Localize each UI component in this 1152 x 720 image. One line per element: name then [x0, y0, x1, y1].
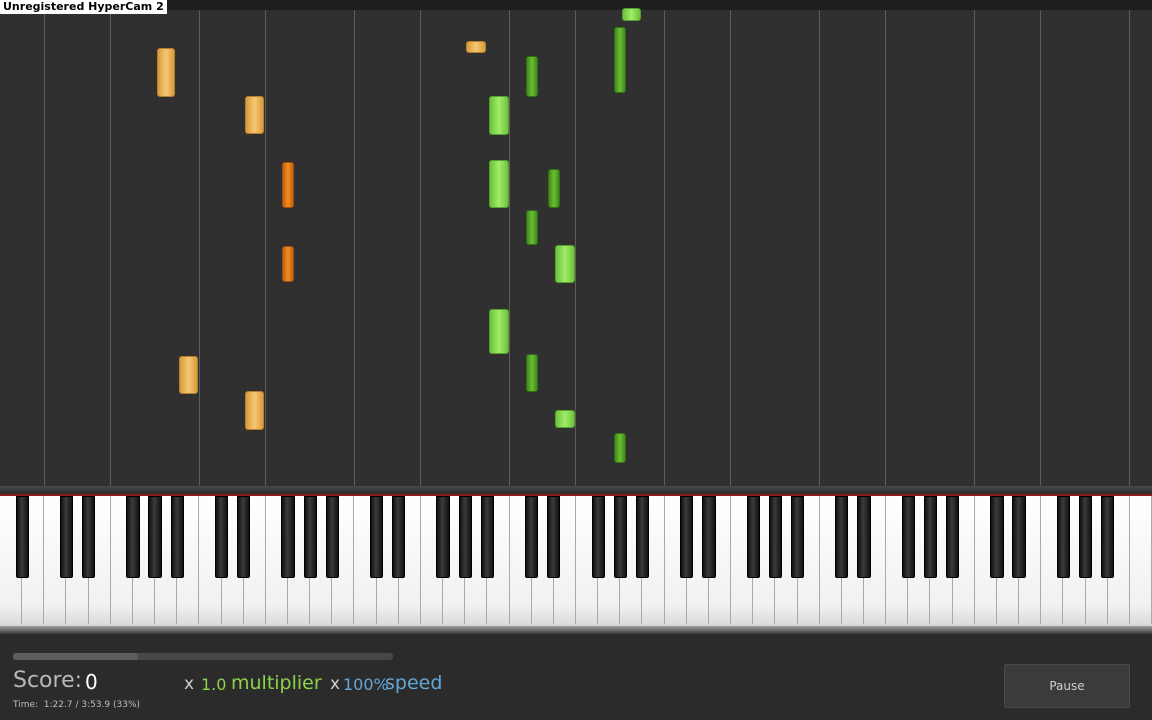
- octave-line: [664, 10, 665, 486]
- black-key[interactable]: [480, 496, 495, 578]
- octave-line: [575, 10, 576, 486]
- octave-line: [885, 10, 886, 486]
- black-key[interactable]: [990, 496, 1004, 578]
- falling-note: [489, 309, 509, 354]
- keyboard-top-bar: [0, 486, 1152, 496]
- time-value: 1:22.7 / 3:53.9 (33%): [43, 700, 141, 710]
- black-key[interactable]: [635, 496, 650, 578]
- octave-line: [110, 10, 111, 486]
- black-key[interactable]: [901, 496, 915, 578]
- falling-note: [526, 56, 538, 97]
- pause-button[interactable]: Pause: [1004, 664, 1130, 708]
- status-footer: Score: 0 x 1.0 multiplier x 100% speed T…: [0, 634, 1152, 720]
- time-readout: Time: 1:22.7 / 3:53.9 (33%): [13, 700, 140, 710]
- black-key[interactable]: [790, 496, 805, 578]
- black-key[interactable]: [945, 496, 960, 578]
- falling-note: [614, 433, 626, 463]
- falling-notes-area: [0, 0, 1152, 486]
- black-key[interactable]: [369, 496, 384, 578]
- black-key[interactable]: [768, 496, 783, 578]
- black-key[interactable]: [148, 496, 162, 578]
- falling-note: [622, 8, 641, 21]
- octave-line: [199, 10, 200, 486]
- falling-note: [489, 160, 509, 208]
- time-label: Time:: [13, 700, 39, 710]
- black-key[interactable]: [702, 496, 716, 578]
- synthesia-window: Unregistered HyperCam 2 Score: 0 x 1.0 m…: [0, 0, 1152, 720]
- falling-note: [282, 162, 294, 208]
- song-progress-fill: [13, 653, 139, 660]
- black-key[interactable]: [1056, 496, 1071, 578]
- black-key[interactable]: [59, 496, 74, 578]
- octave-line: [420, 10, 421, 486]
- black-key[interactable]: [591, 496, 605, 578]
- octave-line: [819, 10, 820, 486]
- multiplier-value: 1.0: [201, 675, 227, 694]
- falling-note: [555, 410, 575, 428]
- octave-line: [509, 10, 510, 486]
- black-key[interactable]: [325, 496, 339, 578]
- black-key[interactable]: [458, 496, 472, 578]
- falling-note: [282, 246, 294, 282]
- falling-note: [526, 354, 538, 392]
- keyboard-bottom-edge: [0, 626, 1152, 634]
- white-key[interactable]: [1129, 496, 1152, 624]
- black-key[interactable]: [392, 496, 406, 578]
- falling-note: [179, 356, 198, 394]
- black-key[interactable]: [547, 496, 561, 578]
- black-key[interactable]: [1078, 496, 1093, 578]
- black-key[interactable]: [857, 496, 871, 578]
- black-key[interactable]: [170, 496, 184, 578]
- black-key[interactable]: [680, 496, 694, 578]
- black-key[interactable]: [923, 496, 938, 578]
- speed-label: speed: [385, 672, 443, 694]
- falling-note: [526, 210, 538, 245]
- black-key[interactable]: [81, 496, 96, 578]
- octave-line: [265, 10, 266, 486]
- octave-line: [1040, 10, 1041, 486]
- falling-note: [548, 169, 560, 208]
- speed-x: x: [330, 674, 341, 694]
- speed-value: 100%: [343, 675, 389, 694]
- octave-line: [1129, 10, 1130, 486]
- octave-line: [44, 10, 45, 486]
- black-key[interactable]: [1012, 496, 1026, 578]
- score-value: 0: [85, 670, 98, 694]
- black-key[interactable]: [613, 496, 627, 578]
- song-progress-bar[interactable]: [13, 653, 393, 660]
- falling-note: [555, 245, 575, 283]
- falling-note: [245, 96, 264, 134]
- piano-keyboard: [0, 496, 1152, 630]
- black-key[interactable]: [126, 496, 140, 578]
- multiplier-x: x: [184, 674, 195, 694]
- octave-line: [354, 10, 355, 486]
- black-key[interactable]: [237, 496, 251, 578]
- falling-note: [489, 96, 509, 135]
- black-key[interactable]: [303, 496, 317, 578]
- falling-note: [466, 41, 486, 53]
- note-area-top-strip: [0, 0, 1152, 10]
- black-key[interactable]: [15, 496, 29, 578]
- black-key[interactable]: [214, 496, 229, 578]
- octave-line: [974, 10, 975, 486]
- score-label: Score:: [13, 668, 83, 693]
- black-key[interactable]: [525, 496, 539, 578]
- black-key[interactable]: [436, 496, 450, 578]
- octave-line: [730, 10, 731, 486]
- black-key[interactable]: [746, 496, 760, 578]
- recorder-watermark: Unregistered HyperCam 2: [0, 0, 167, 14]
- black-key[interactable]: [281, 496, 295, 578]
- falling-note: [245, 391, 264, 430]
- multiplier-label: multiplier: [231, 672, 322, 694]
- falling-note: [614, 27, 626, 93]
- black-key[interactable]: [835, 496, 849, 578]
- falling-note: [157, 48, 175, 97]
- black-key[interactable]: [1101, 496, 1115, 578]
